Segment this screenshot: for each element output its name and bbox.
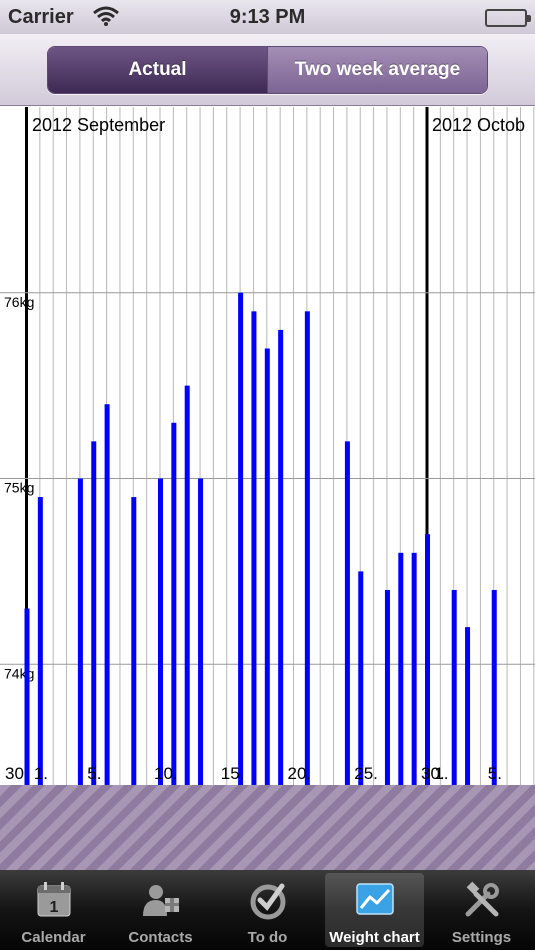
status-time: 9:13 PM — [229, 6, 306, 28]
tab-bar: 1 Calendar Contacts To do Weight chart S… — [0, 870, 535, 950]
weight-bar — [184, 385, 190, 785]
weight-bar — [358, 571, 364, 785]
tab-label-settings: Settings — [451, 929, 512, 946]
contacts-icon — [142, 885, 179, 916]
day-tick-label: 10. — [154, 764, 178, 783]
day-tick-label: 5. — [488, 764, 502, 783]
day-tick-label: 1. — [434, 764, 448, 783]
weight-bar — [104, 404, 110, 785]
weight-bar — [91, 441, 97, 785]
day-tick-label: 20. — [288, 764, 312, 783]
day-tick-label: 15. — [221, 764, 245, 783]
tab-calendar[interactable]: 1 Calendar — [0, 870, 107, 950]
tab-contacts[interactable]: Contacts — [107, 870, 214, 950]
tab-label-contacts: Contacts — [128, 929, 193, 946]
tab-label-todo: To do — [247, 929, 288, 946]
weight-bar — [131, 497, 137, 785]
y-tick-label: 74kg — [4, 665, 34, 681]
weight-bar — [24, 608, 30, 785]
weight-bar — [278, 329, 284, 785]
tab-todo[interactable]: To do — [214, 870, 321, 950]
weight-bar — [264, 348, 270, 785]
tab-settings[interactable]: Settings — [428, 870, 535, 950]
y-tick-label: 76kg — [4, 294, 34, 310]
weight-bar — [344, 441, 350, 785]
segment-actual[interactable]: Actual — [48, 47, 267, 93]
day-tick-label: 25. — [354, 764, 378, 783]
weight-bar — [425, 534, 430, 785]
battery-icon — [485, 9, 531, 27]
weight-bar — [77, 478, 83, 785]
tab-weight-chart[interactable]: Weight chart — [321, 870, 428, 950]
weight-bar — [158, 478, 163, 785]
month-label: 2012 September — [32, 115, 165, 135]
calendar-icon-day: 1 — [49, 899, 58, 916]
segment-header: Actual Two week average — [0, 34, 535, 106]
chart-mode-segmented-control[interactable]: Actual Two week average — [47, 46, 488, 94]
weight-bar — [198, 478, 204, 785]
weight-chart-svg: 76kg 75kg 74kg 2012 September 2012 Octob 30 1.… — [0, 107, 535, 785]
y-tick-label: 75kg — [4, 480, 34, 496]
weight-bar — [398, 552, 404, 785]
weight-bar — [37, 497, 43, 785]
weight-bar — [251, 311, 257, 785]
calendar-icon: 1 — [37, 882, 70, 917]
day-tick-label: 30 — [5, 764, 24, 783]
weight-bar — [411, 552, 417, 785]
chart-footer-pattern — [0, 785, 535, 870]
weight-bar — [304, 311, 310, 785]
tab-label-calendar: Calendar — [21, 929, 86, 946]
todo-icon — [250, 883, 285, 920]
weight-chart-icon — [355, 883, 394, 915]
weight-bar — [384, 589, 390, 785]
settings-icon — [465, 881, 499, 917]
weight-bar — [465, 627, 471, 785]
weight-chart[interactable]: 76kg 75kg 74kg 2012 September 2012 Octob 30 1.… — [0, 107, 535, 785]
tab-label-weight-chart: Weight chart — [329, 929, 420, 946]
day-tick-label: 1. — [34, 764, 48, 783]
day-tick-label: 5. — [87, 764, 101, 783]
weight-bar — [451, 589, 457, 785]
weight-bar — [238, 292, 244, 785]
weight-bar — [491, 589, 497, 785]
weight-bar — [171, 422, 177, 785]
segment-two-week-average[interactable]: Two week average — [267, 47, 487, 93]
status-bar: Carrier 9:13 PM — [0, 0, 535, 34]
month-label: 2012 Octob — [432, 115, 525, 135]
